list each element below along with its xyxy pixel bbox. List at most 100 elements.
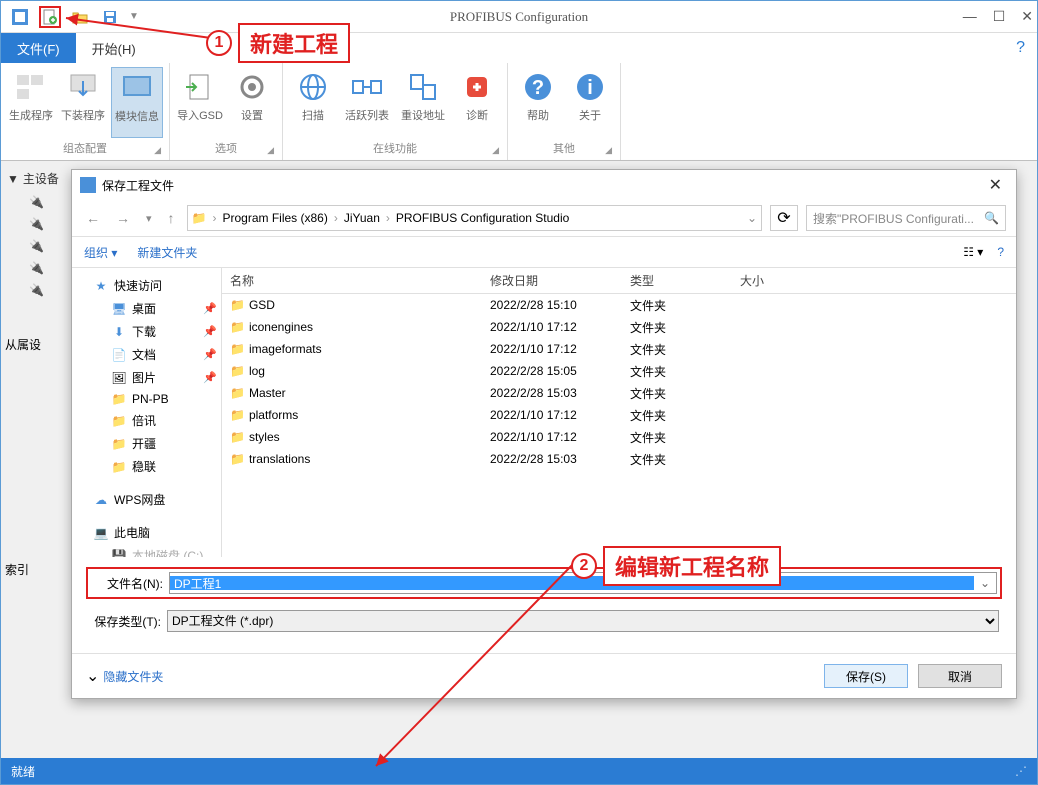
open-icon[interactable] — [69, 6, 91, 28]
new-folder-button[interactable]: 新建文件夹 — [137, 244, 197, 261]
hide-folders-link[interactable]: 隐藏文件夹 — [103, 668, 163, 685]
dialog-title: 保存工程文件 — [102, 177, 983, 194]
svg-text:i: i — [587, 77, 593, 99]
download-icon: ⬇ — [112, 325, 126, 339]
folder-icon: 📁 — [192, 211, 207, 225]
list-item[interactable]: 📁platforms2022/1/10 17:12文件夹 — [222, 404, 1016, 426]
col-size[interactable]: 大小 — [732, 272, 812, 289]
folder-icon: 📁 — [112, 437, 126, 451]
btn-active-list[interactable]: 活跃列表 — [341, 67, 393, 138]
window-title: PROFIBUS Configuration — [450, 9, 588, 25]
globe-icon — [295, 69, 331, 105]
folder-icon: 📁 — [230, 364, 245, 378]
folder-icon: 📁 — [230, 342, 245, 356]
list-item[interactable]: 📁iconengines2022/1/10 17:12文件夹 — [222, 316, 1016, 338]
resize-grip-icon[interactable]: ⋰ — [1015, 764, 1027, 778]
folder-icon: 📁 — [112, 392, 126, 406]
list-item[interactable]: 📁Master2022/2/28 15:03文件夹 — [222, 382, 1016, 404]
btn-diagnostics[interactable]: 诊断 — [453, 67, 501, 138]
list-item[interactable]: 📁translations2022/2/28 15:03文件夹 — [222, 448, 1016, 470]
col-type[interactable]: 类型 — [622, 272, 732, 289]
chevron-down-icon[interactable]: ⌄ — [974, 576, 996, 590]
help-icon[interactable]: ? — [1016, 39, 1025, 57]
nav-back-icon[interactable]: ← — [82, 208, 104, 228]
btn-module-info[interactable]: 模块信息 — [111, 67, 163, 138]
search-icon: 🔍 — [984, 211, 999, 225]
cross-icon — [459, 69, 495, 105]
cloud-icon: ☁ — [94, 493, 108, 507]
dialog-close-button[interactable]: ✕ — [983, 175, 1008, 195]
gear-icon — [234, 69, 270, 105]
search-input[interactable]: 搜索"PROFIBUS Configurati... 🔍 — [806, 205, 1006, 231]
group-launcher-icon[interactable]: ◢ — [605, 145, 612, 156]
dialog-icon — [80, 177, 96, 193]
group-launcher-icon[interactable]: ◢ — [154, 145, 161, 156]
folder-icon: 📁 — [230, 408, 245, 422]
folder-icon: 📁 — [230, 320, 245, 334]
chevron-down-icon[interactable]: ⌄ — [86, 666, 99, 686]
menubar: 文件(F) 开始(H) ? — [1, 33, 1037, 63]
refresh-icon: ⟳ — [777, 208, 790, 228]
btn-settings[interactable]: 设置 — [228, 67, 276, 138]
save-dialog: 保存工程文件 ✕ ← → ▾ ↑ 📁 › Program Files (x86)… — [71, 169, 1017, 699]
svg-text:?: ? — [532, 77, 544, 99]
folder-icon: 📁 — [230, 452, 245, 466]
filetype-select[interactable]: DP工程文件 (*.dpr) — [167, 610, 999, 632]
app-icon — [9, 6, 31, 28]
folder-icon: 📁 — [112, 460, 126, 474]
nav-history-icon[interactable]: ▾ — [142, 210, 156, 227]
refresh-button[interactable]: ⟳ — [770, 205, 798, 231]
save-button[interactable]: 保存(S) — [824, 664, 908, 688]
close-button[interactable]: ✕ — [1021, 8, 1033, 25]
btn-help[interactable]: ? 帮助 — [514, 67, 562, 138]
col-name[interactable]: 名称 — [222, 272, 482, 289]
breadcrumb[interactable]: 📁 › Program Files (x86) › JiYuan › PROFI… — [187, 205, 762, 231]
question-icon: ? — [520, 69, 556, 105]
master-device-panel: ▼主设备 🔌 🔌 🔌 🔌 🔌 — [5, 166, 65, 301]
help-icon[interactable]: ? — [997, 245, 1004, 259]
nav-forward-icon[interactable]: → — [112, 208, 134, 228]
new-project-icon[interactable] — [39, 6, 61, 28]
folder-icon: 📁 — [230, 386, 245, 400]
chevron-down-icon[interactable]: ⌄ — [747, 211, 757, 225]
slave-device-panel: 从属设 — [5, 336, 65, 353]
btn-import-gsd[interactable]: 导入GSD — [176, 67, 224, 138]
info-icon: i — [572, 69, 608, 105]
folder-icon: 📁 — [112, 414, 126, 428]
group-launcher-icon[interactable]: ◢ — [492, 145, 499, 156]
btn-about[interactable]: i 关于 — [566, 67, 614, 138]
btn-reset-address[interactable]: 重设地址 — [397, 67, 449, 138]
computer-icon: 💻 — [94, 526, 108, 540]
nav-up-icon[interactable]: ↑ — [164, 208, 179, 228]
document-icon: 📄 — [112, 348, 126, 362]
index-panel: 索引 — [5, 561, 65, 578]
disk-icon: 💾 — [112, 549, 126, 558]
btn-download-program[interactable]: 下装程序 — [59, 67, 107, 138]
save-icon[interactable] — [99, 6, 121, 28]
maximize-button[interactable]: ☐ — [993, 8, 1006, 25]
cancel-button[interactable]: 取消 — [918, 664, 1002, 688]
btn-generate-program[interactable]: 生成程序 — [7, 67, 55, 138]
view-options-icon[interactable]: ☷ ▾ — [963, 245, 983, 259]
annotation-2: 2 编辑新工程名称 — [571, 546, 781, 586]
group-launcher-icon[interactable]: ◢ — [267, 145, 274, 156]
picture-icon: 🖼 — [112, 371, 126, 385]
qat-dropdown-icon[interactable]: ▼ — [129, 11, 139, 22]
titlebar: ▼ PROFIBUS Configuration — ☐ ✕ — [1, 1, 1037, 33]
col-date[interactable]: 修改日期 — [482, 272, 622, 289]
list-item[interactable]: 📁imageformats2022/1/10 17:12文件夹 — [222, 338, 1016, 360]
annotation-1: 1 新建工程 — [206, 23, 350, 63]
organize-menu[interactable]: 组织 ▾ — [84, 244, 117, 261]
btn-scan[interactable]: 扫描 — [289, 67, 337, 138]
file-list[interactable]: 名称 修改日期 类型 大小 📁GSD2022/2/28 15:10文件夹📁ico… — [222, 268, 1016, 557]
folder-icon: 📁 — [230, 298, 245, 312]
star-icon: ★ — [94, 279, 108, 293]
list-item[interactable]: 📁GSD2022/2/28 15:10文件夹 — [222, 294, 1016, 316]
minimize-button[interactable]: — — [963, 8, 977, 25]
list-item[interactable]: 📁styles2022/1/10 17:12文件夹 — [222, 426, 1016, 448]
filename-label: 文件名(N): — [91, 575, 169, 592]
navigation-tree[interactable]: ★快速访问 🖥桌面📌 ⬇下载📌 📄文档📌 🖼图片📌 📁PN-PB 📁倍讯 📁开疆… — [72, 268, 222, 557]
list-item[interactable]: 📁log2022/2/28 15:05文件夹 — [222, 360, 1016, 382]
tab-file[interactable]: 文件(F) — [1, 33, 76, 63]
tab-start[interactable]: 开始(H) — [76, 33, 152, 63]
